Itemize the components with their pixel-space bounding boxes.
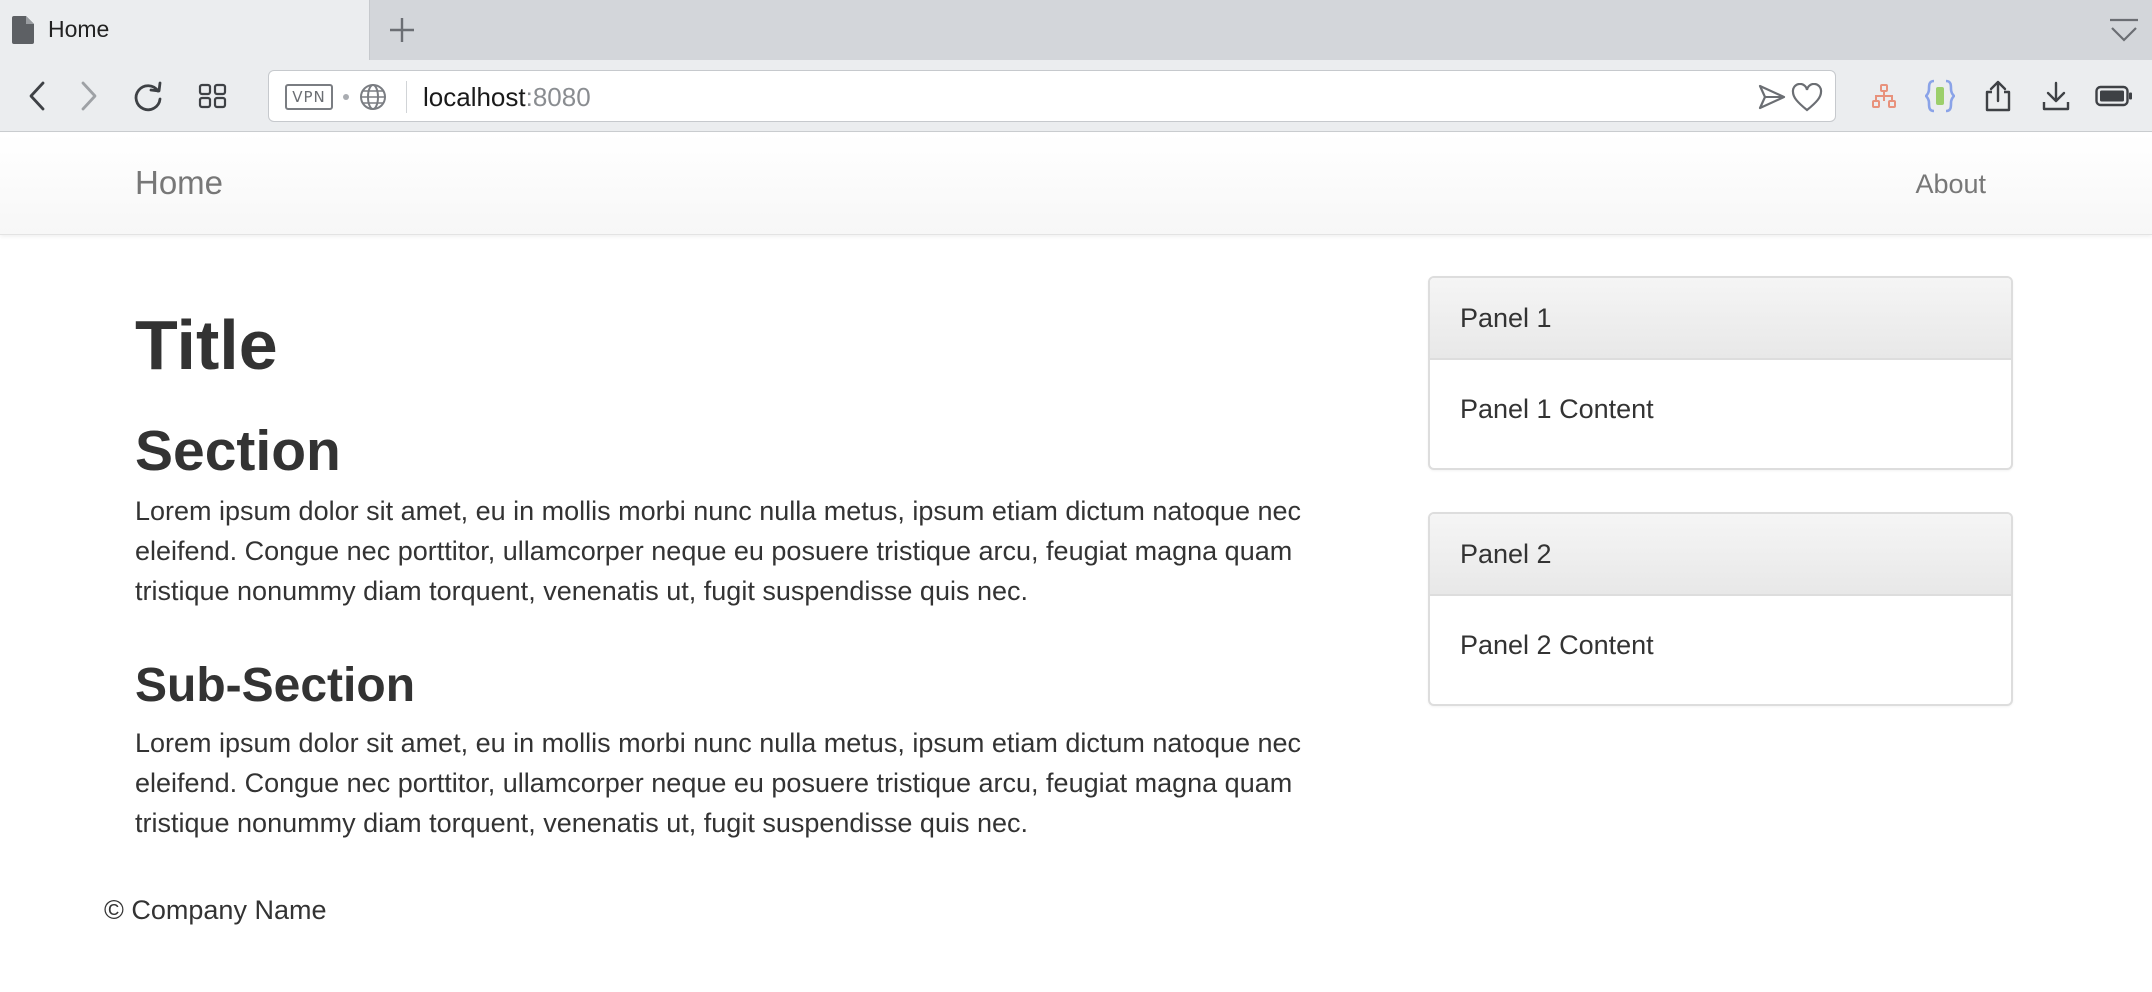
panel-heading: Panel 2	[1430, 514, 2011, 596]
navbar-brand-link[interactable]: Home	[135, 164, 223, 202]
forward-arrow-icon	[81, 81, 97, 111]
tab-menu-icon	[2110, 18, 2138, 42]
send-icon[interactable]	[1757, 83, 1787, 111]
extension-icon	[1925, 79, 1955, 113]
sitemap-icon	[1872, 84, 1896, 108]
subsection-heading: Sub-Section	[135, 659, 416, 712]
download-icon	[2042, 81, 2070, 111]
tab-title: Home	[48, 16, 110, 42]
section-paragraph: Lorem ipsum dolor sit amet, eu in mollis…	[135, 496, 1302, 606]
url-text[interactable]: localhost:8080	[423, 81, 591, 113]
site-navbar: Home About	[0, 133, 2152, 235]
download-button[interactable]	[2038, 78, 2074, 114]
extension-button[interactable]	[1922, 78, 1958, 114]
plus-icon	[390, 18, 414, 42]
globe-icon[interactable]	[359, 83, 387, 111]
browser-toolbar: VPN localhost:8080	[0, 60, 2152, 132]
url-port: :8080	[525, 82, 591, 112]
reload-button[interactable]	[130, 78, 166, 114]
document-icon	[12, 16, 34, 44]
reload-icon	[134, 81, 162, 112]
subsection-paragraph: Lorem ipsum dolor sit amet, eu in mollis…	[135, 728, 1302, 838]
heart-icon[interactable]	[1791, 83, 1823, 113]
sitemap-button[interactable]	[1866, 78, 1902, 114]
browser-tab[interactable]: Home	[0, 0, 370, 60]
vpn-badge[interactable]: VPN	[285, 84, 333, 110]
tabs-grid-button[interactable]	[195, 78, 231, 114]
url-host: localhost	[423, 82, 526, 112]
url-divider	[406, 81, 407, 113]
panel-body: Panel 2 Content	[1460, 630, 1654, 660]
panel-1: Panel 1 Panel 1 Content	[1428, 276, 2013, 470]
forward-button[interactable]	[70, 78, 106, 114]
separator-dot	[343, 94, 349, 100]
panel-heading: Panel 1	[1430, 278, 2011, 360]
nav-link-about[interactable]: About	[1915, 169, 1986, 200]
back-button[interactable]	[20, 78, 56, 114]
web-page: Home About Title Section Lorem ipsum dol…	[0, 133, 2152, 992]
address-bar[interactable]: VPN localhost:8080	[268, 70, 1836, 122]
panel-body: Panel 1 Content	[1460, 394, 1654, 424]
back-arrow-icon	[29, 81, 45, 111]
tab-menu-button[interactable]	[2106, 14, 2142, 48]
footer-copyright: © Company Name	[104, 895, 327, 925]
share-button[interactable]	[1980, 78, 2016, 114]
page-title: Title	[135, 306, 278, 384]
grid-icon	[198, 83, 227, 109]
share-icon	[1985, 80, 2011, 112]
tab-strip: Home	[0, 0, 2152, 60]
new-tab-button[interactable]	[384, 12, 420, 48]
battery-icon	[2095, 85, 2132, 107]
panel-2: Panel 2 Panel 2 Content	[1428, 512, 2013, 706]
battery-status[interactable]	[2094, 78, 2134, 114]
section-heading: Section	[135, 419, 341, 483]
